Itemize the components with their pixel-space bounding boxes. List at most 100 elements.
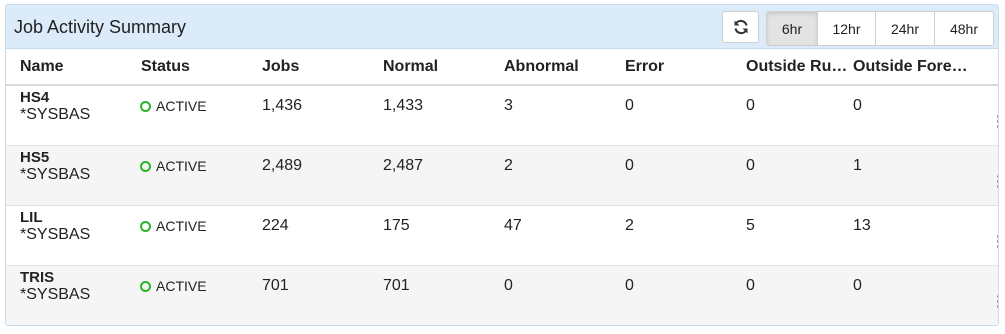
jobs-cell: 701 <box>248 264 369 325</box>
column-header-status[interactable]: Status <box>127 49 248 86</box>
normal-value: 1,433 <box>383 97 424 115</box>
row-menu-cell <box>976 204 998 265</box>
table-row[interactable]: HS4 *SYSBAS ACTIVE 1,436 1,433 3 0 0 0 <box>6 84 998 145</box>
status-cell: ACTIVE <box>127 204 248 265</box>
jobs-value: 701 <box>262 277 289 295</box>
normal-value: 701 <box>383 277 410 295</box>
abnormal-cell: 2 <box>490 144 611 205</box>
status-cell: ACTIVE <box>127 84 248 145</box>
system-sub: *SYSBAS <box>20 165 91 183</box>
name-cell: HS4 *SYSBAS <box>6 84 127 145</box>
jobs-cell: 2,489 <box>248 144 369 205</box>
column-header-jobs[interactable]: Jobs <box>248 49 369 86</box>
name-cell: HS5 *SYSBAS <box>6 144 127 205</box>
status-active-icon <box>140 100 151 112</box>
error-value: 0 <box>625 97 634 115</box>
normal-value: 2,487 <box>383 157 424 174</box>
name-cell: TRIS *SYSBAS <box>6 264 127 325</box>
column-header-normal[interactable]: Normal <box>369 49 490 86</box>
column-header-outside-fore[interactable]: Outside Fore… <box>853 49 976 86</box>
jobs-value: 2,489 <box>262 157 303 174</box>
outside-run-cell: 5 <box>732 204 853 265</box>
abnormal-value: 3 <box>504 97 513 115</box>
outside-fore-value: 1 <box>853 157 862 174</box>
row-menu-cell <box>976 264 998 325</box>
table-row[interactable]: LIL *SYSBAS ACTIVE 224 175 47 2 5 13 <box>6 204 998 265</box>
row-menu-cell <box>976 144 998 205</box>
table-row[interactable]: HS5 *SYSBAS ACTIVE 2,489 2,487 2 0 0 1 <box>6 144 998 205</box>
outside-run-value: 5 <box>746 217 755 234</box>
abnormal-cell: 0 <box>490 264 611 325</box>
time-range-group: 6hr 12hr 24hr 48hr <box>766 11 994 46</box>
error-cell: 0 <box>611 264 732 325</box>
normal-cell: 1,433 <box>369 84 490 145</box>
outside-fore-value: 0 <box>853 97 862 115</box>
toolbar: 6hr 12hr 24hr 48hr <box>722 11 994 46</box>
error-value: 0 <box>625 157 634 174</box>
refresh-button[interactable] <box>722 11 759 43</box>
outside-fore-cell: 1 <box>853 144 976 205</box>
more-options-icon[interactable] <box>996 114 998 129</box>
status-active-icon <box>140 280 151 292</box>
column-header-abnormal[interactable]: Abnormal <box>490 49 611 86</box>
status-active-icon <box>140 220 151 232</box>
normal-cell: 2,487 <box>369 144 490 205</box>
system-sub: *SYSBAS <box>20 225 91 243</box>
outside-run-value: 0 <box>746 277 755 295</box>
outside-run-value: 0 <box>746 97 755 115</box>
abnormal-cell: 3 <box>490 84 611 145</box>
normal-cell: 175 <box>369 204 490 265</box>
outside-fore-cell: 0 <box>853 84 976 145</box>
status-text: ACTIVE <box>156 158 207 174</box>
error-value: 2 <box>625 217 634 234</box>
outside-run-cell: 0 <box>732 264 853 325</box>
error-cell: 0 <box>611 144 732 205</box>
range-6hr-button[interactable]: 6hr <box>766 11 818 46</box>
row-menu-cell <box>976 84 998 145</box>
error-cell: 0 <box>611 84 732 145</box>
column-header-error[interactable]: Error <box>611 49 732 86</box>
error-value: 0 <box>625 277 634 295</box>
more-options-icon[interactable] <box>996 174 998 189</box>
outside-fore-cell: 13 <box>853 204 976 265</box>
jobs-value: 224 <box>262 217 289 234</box>
table-header-row: Name Status Jobs Normal Abnormal Error O… <box>6 49 998 86</box>
jobs-value: 1,436 <box>262 97 303 115</box>
status-cell: ACTIVE <box>127 264 248 325</box>
system-sub: *SYSBAS <box>20 285 91 303</box>
outside-run-cell: 0 <box>732 144 853 205</box>
table-row[interactable]: TRIS *SYSBAS ACTIVE 701 701 0 0 0 0 <box>6 264 998 325</box>
normal-cell: 701 <box>369 264 490 325</box>
status-text: ACTIVE <box>156 98 207 115</box>
range-48hr-button[interactable]: 48hr <box>934 11 994 46</box>
outside-run-value: 0 <box>746 157 755 174</box>
status-active-icon <box>140 160 151 172</box>
jobs-cell: 224 <box>248 204 369 265</box>
system-name: LIL <box>20 208 43 226</box>
panel-title: Job Activity Summary <box>14 17 187 37</box>
job-activity-panel: Job Activity Summary 6hr 12hr 24hr 48hr <box>5 4 999 326</box>
outside-fore-cell: 0 <box>853 264 976 325</box>
name-cell: LIL *SYSBAS <box>6 204 127 265</box>
column-header-name[interactable]: Name <box>6 49 127 86</box>
job-table: Name Status Jobs Normal Abnormal Error O… <box>6 49 998 325</box>
more-options-icon[interactable] <box>996 294 998 309</box>
system-sub: *SYSBAS <box>20 105 91 123</box>
status-cell: ACTIVE <box>127 144 248 205</box>
column-header-outside-run[interactable]: Outside Run… <box>732 49 853 86</box>
jobs-cell: 1,436 <box>248 84 369 145</box>
outside-run-cell: 0 <box>732 84 853 145</box>
more-options-icon[interactable] <box>996 234 998 249</box>
outside-fore-value: 0 <box>853 277 862 295</box>
system-name: HS5 <box>20 148 50 166</box>
abnormal-cell: 47 <box>490 204 611 265</box>
panel-header: Job Activity Summary 6hr 12hr 24hr 48hr <box>6 5 998 49</box>
abnormal-value: 47 <box>504 217 522 234</box>
range-12hr-button[interactable]: 12hr <box>817 11 876 46</box>
error-cell: 2 <box>611 204 732 265</box>
system-name: TRIS <box>20 268 55 286</box>
abnormal-value: 2 <box>504 157 513 174</box>
range-24hr-button[interactable]: 24hr <box>875 11 935 46</box>
status-text: ACTIVE <box>156 218 207 234</box>
normal-value: 175 <box>383 217 410 234</box>
